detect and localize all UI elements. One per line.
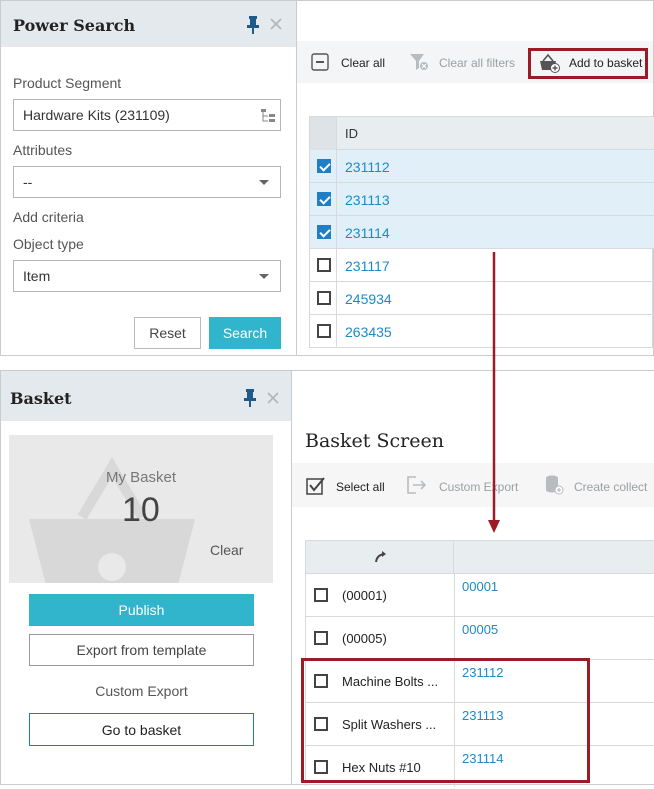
pin-icon[interactable]	[242, 388, 258, 408]
basket-screen-toolbar: Select all Custom Export Create collect	[292, 463, 654, 507]
clear-filters-icon[interactable]	[409, 52, 429, 72]
object-type-label: Object type	[13, 236, 84, 252]
basket-summary-card[interactable]: My Basket 10 Clear	[9, 435, 273, 583]
clear-all-filters-button[interactable]: Clear all filters	[439, 56, 515, 70]
select-cell	[310, 249, 337, 281]
add-criteria-link[interactable]: Add criteria	[13, 209, 84, 225]
product-segment-field[interactable]: Hardware Kits (231109)	[13, 99, 281, 131]
select-all-button[interactable]: Select all	[336, 480, 385, 494]
select-cell	[310, 150, 337, 182]
go-to-basket-button[interactable]: Go to basket	[29, 713, 254, 746]
table-row[interactable]: 231113	[310, 183, 654, 216]
select-column-header	[310, 117, 337, 150]
row-checkbox[interactable]	[317, 291, 331, 305]
row-checkbox[interactable]	[314, 631, 328, 645]
row-checkbox[interactable]	[317, 159, 331, 173]
select-cell	[310, 216, 337, 248]
product-segment-label: Product Segment	[13, 75, 122, 91]
select-cell	[310, 183, 337, 215]
select-all-icon[interactable]	[306, 476, 326, 496]
basket-table-header	[306, 541, 654, 574]
row-id-link[interactable]: 231114	[345, 225, 390, 241]
export-from-template-button[interactable]: Export from template	[29, 634, 254, 666]
add-basket-icon[interactable]	[538, 53, 560, 73]
row-name: (00005)	[342, 631, 387, 646]
search-button[interactable]: Search	[209, 317, 281, 349]
close-icon[interactable]	[266, 391, 280, 405]
row-id-link[interactable]: 00001	[462, 579, 498, 594]
table-row[interactable]: 245934	[310, 282, 654, 315]
name-column-header	[306, 541, 454, 574]
highlight-frame	[301, 658, 590, 783]
custom-export-button[interactable]: Custom Export	[439, 480, 518, 494]
export-icon[interactable]	[406, 475, 428, 495]
basket-screen-panel: Basket Screen Select all Custom Export C…	[292, 370, 654, 787]
database-add-icon[interactable]	[544, 474, 564, 496]
row-name: (00001)	[342, 588, 387, 603]
basket-title: Basket	[10, 389, 72, 408]
object-type-select[interactable]: Item	[13, 260, 281, 292]
row-checkbox[interactable]	[317, 225, 331, 239]
power-search-title: Power Search	[13, 16, 136, 35]
row-checkbox[interactable]	[314, 588, 328, 602]
row-id-link[interactable]: 245934	[345, 291, 392, 307]
add-to-basket-button[interactable]: Add to basket	[569, 56, 642, 70]
custom-export-link[interactable]: Custom Export	[29, 676, 254, 706]
object-type-value: Item	[23, 268, 51, 284]
basket-header: Basket	[1, 371, 291, 421]
basket-panel: Basket My Basket 10 Clear Publish Export…	[0, 370, 292, 785]
row-id-link[interactable]: 00005	[462, 622, 498, 637]
product-segment-value: Hardware Kits (231109)	[23, 107, 170, 123]
table-row[interactable]: 231117	[310, 249, 654, 282]
row-id-link[interactable]: 231113	[345, 192, 390, 208]
create-collection-button[interactable]: Create collect	[574, 480, 647, 494]
row-id-link[interactable]: 231117	[345, 258, 390, 274]
search-results-panel: Clear all Clear all filters Add to baske…	[296, 0, 654, 356]
attributes-label: Attributes	[13, 142, 73, 158]
reset-button[interactable]: Reset	[134, 317, 201, 349]
clear-all-button[interactable]: Clear all	[341, 56, 385, 70]
row-id-link[interactable]: 263435	[345, 324, 392, 340]
results-header: ID	[310, 117, 654, 150]
table-row[interactable]: 231114	[310, 216, 654, 249]
power-search-panel: Power Search Product Segment Hardware Ki…	[0, 0, 297, 356]
row-checkbox[interactable]	[317, 258, 331, 272]
chevron-down-icon	[259, 274, 269, 279]
select-cell	[310, 282, 337, 314]
publish-button[interactable]: Publish	[29, 594, 254, 626]
clear-all-icon[interactable]	[311, 53, 329, 71]
attributes-value: --	[23, 174, 33, 190]
row-id-link[interactable]: 231112	[345, 159, 390, 175]
refresh-icon[interactable]	[372, 549, 388, 565]
table-row[interactable]: 263435	[310, 315, 654, 348]
basket-count: 10	[122, 491, 160, 529]
table-row[interactable]: 231112	[310, 150, 654, 183]
basket-row[interactable]: (00005) 00005	[306, 617, 654, 660]
power-search-header: Power Search	[1, 1, 296, 47]
clear-basket-button[interactable]: Clear	[210, 542, 243, 558]
connector-arrow	[486, 252, 502, 534]
attributes-select[interactable]: --	[13, 166, 281, 198]
basket-screen-title: Basket Screen	[305, 430, 444, 452]
close-icon[interactable]	[269, 17, 283, 31]
row-checkbox[interactable]	[317, 324, 331, 338]
results-table: ID 231112 231113 231114 231117 245934 263435	[309, 116, 654, 348]
pin-icon[interactable]	[245, 15, 261, 35]
row-checkbox[interactable]	[317, 192, 331, 206]
search-toolbar: Clear all Clear all filters Add to baske…	[297, 41, 653, 83]
basket-row[interactable]: (00001) 00001	[306, 574, 654, 617]
id-column-header[interactable]: ID	[345, 126, 358, 141]
my-basket-label: My Basket	[106, 469, 177, 486]
chevron-down-icon	[259, 180, 269, 185]
tree-picker-icon[interactable]	[260, 108, 276, 124]
select-cell	[310, 315, 337, 347]
